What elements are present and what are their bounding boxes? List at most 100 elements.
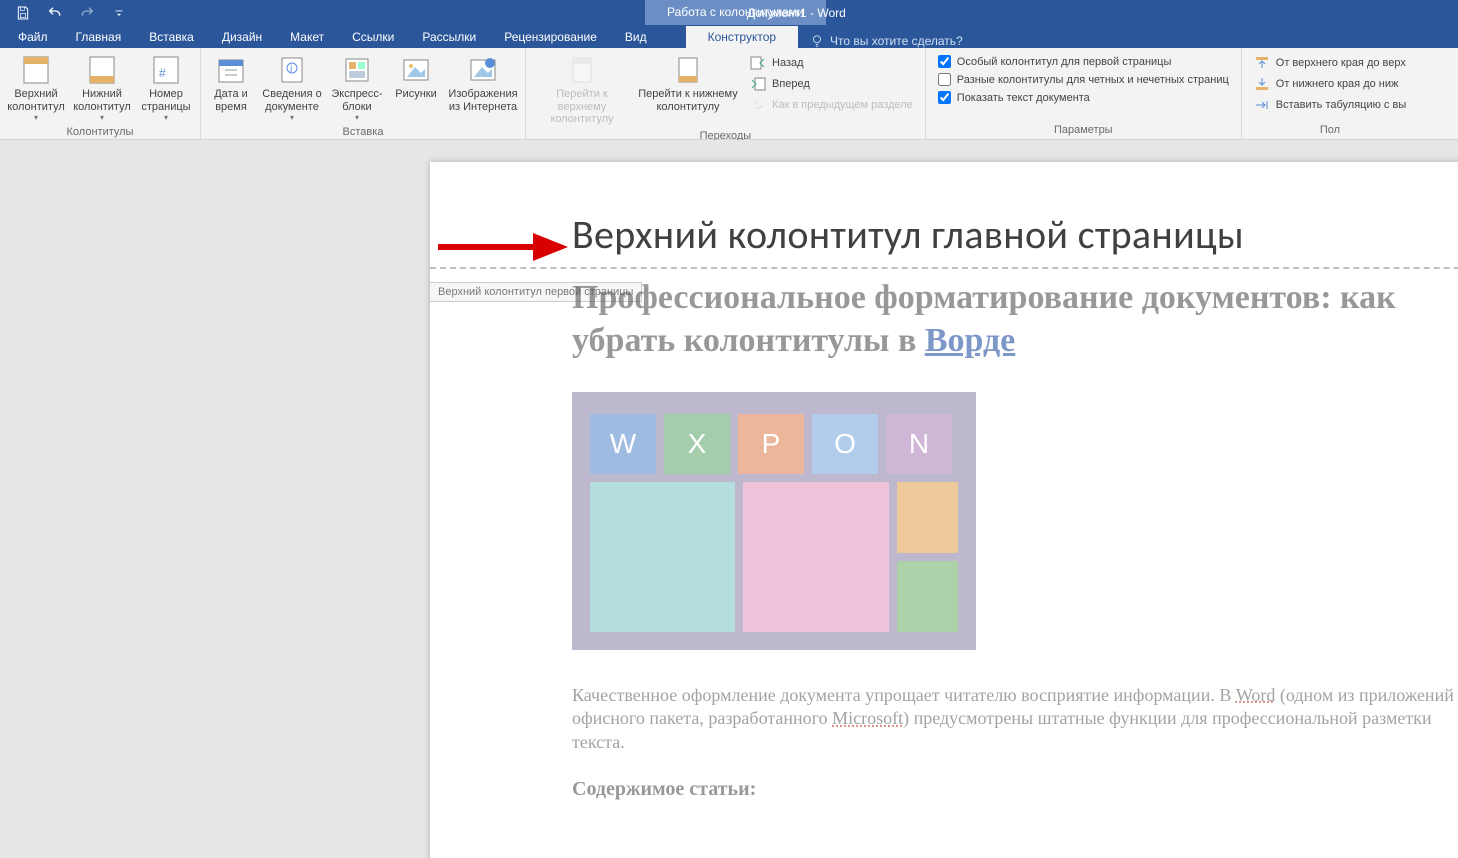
lightbulb-icon [810, 34, 824, 48]
options-stack: Особый колонтитул для первой страницы Ра… [932, 52, 1235, 107]
word-link: Word [1236, 685, 1276, 705]
tab-references[interactable]: Ссылки [338, 26, 408, 48]
tab-icon [1254, 97, 1270, 113]
document-title: Документ1 - Word [747, 6, 846, 20]
tile-green [897, 561, 958, 632]
heading-link: Ворде [925, 322, 1015, 359]
tell-me-label: Что вы хотите сделать? [830, 34, 963, 48]
page-number-label: Номер страницы [138, 88, 194, 113]
pictures-label: Рисунки [395, 88, 437, 101]
ribbon-tabs: Файл Главная Вставка Дизайн Макет Ссылки… [0, 25, 1458, 48]
link-previous-button: Как в предыдущем разделе [748, 96, 915, 114]
date-time-label: Дата и время [207, 88, 255, 113]
header-text[interactable]: Верхний колонтитул главной страницы [572, 210, 1458, 259]
group-position: От верхнего края до верх От нижнего края… [1242, 48, 1418, 139]
group-options-label: Параметры [932, 122, 1235, 139]
svg-text:#: # [159, 66, 166, 80]
tile-teal [590, 482, 735, 632]
doc-info-label: Сведения о документе [261, 88, 323, 113]
header-button[interactable]: Верхний колонтитул▾ [6, 52, 66, 124]
title-bar: Работа с колонтитулами Документ1 - Word [0, 0, 1458, 25]
different-first-page-label: Особый колонтитул для первой страницы [957, 56, 1172, 68]
picture-icon [400, 54, 432, 86]
insert-alignment-tab-button[interactable]: Вставить табуляцию с вы [1252, 96, 1408, 114]
doc-info-icon: i [276, 54, 308, 86]
quick-parts-button[interactable]: Экспресс-блоки▾ [329, 52, 385, 124]
show-document-text-checkbox[interactable]: Показать текст документа [936, 90, 1231, 105]
svg-text:i: i [290, 64, 292, 75]
show-document-text-label: Показать текст документа [957, 92, 1090, 104]
annotation-arrow-icon [438, 232, 568, 262]
goto-footer-button[interactable]: Перейти к нижнему колонтитулу [638, 52, 738, 128]
tab-file[interactable]: Файл [4, 26, 62, 48]
word-tile-icon: W [590, 414, 656, 474]
save-icon[interactable] [14, 4, 32, 22]
page-header-area[interactable]: Верхний колонтитул главной страницы Верх… [430, 162, 1458, 269]
tell-me-box[interactable]: Что вы хотите сделать? [798, 34, 975, 48]
doc-info-button[interactable]: i Сведения о документе▾ [261, 52, 323, 124]
goto-header-label: Перейти к верхнему колонтитулу [532, 88, 632, 126]
document-workspace[interactable]: Верхний колонтитул главной страницы Верх… [0, 140, 1458, 858]
redo-icon[interactable] [78, 4, 96, 22]
online-pictures-button[interactable]: Изображения из Интернета [447, 52, 519, 124]
tab-review[interactable]: Рецензирование [490, 26, 611, 48]
group-insert-label: Вставка [207, 124, 519, 141]
different-odd-even-checkbox[interactable]: Разные колонтитулы для четных и нечетных… [936, 72, 1231, 87]
paragraph-text-1: Качественное оформление документа упроща… [572, 685, 1236, 705]
footer-label: Нижний колонтитул [72, 88, 132, 113]
page-number-button[interactable]: # Номер страницы▾ [138, 52, 194, 124]
from-bottom-icon [1254, 76, 1270, 92]
quick-parts-label: Экспресс-блоки [329, 88, 385, 113]
different-first-page-input[interactable] [938, 55, 951, 68]
document-paragraph: Качественное оформление документа упроща… [572, 684, 1458, 754]
nav-stack: Назад Вперед Как в предыдущем разделе [744, 52, 919, 128]
group-headers-footers-label: Колонтитулы [6, 124, 194, 141]
tile-orange [897, 482, 958, 553]
document-heading: Профессиональное форматирование документ… [572, 277, 1458, 362]
goto-header-button: Перейти к верхнему колонтитулу [532, 52, 632, 128]
ribbon: Верхний колонтитул▾ Нижний колонтитул▾ #… [0, 48, 1458, 140]
group-insert: Дата и время i Сведения о документе▾ Экс… [201, 48, 526, 139]
calendar-icon [215, 54, 247, 86]
next-icon [750, 76, 766, 92]
tab-layout[interactable]: Макет [276, 26, 338, 48]
undo-icon[interactable] [46, 4, 64, 22]
header-from-top-button[interactable]: От верхнего края до верх [1252, 54, 1408, 72]
online-pictures-icon [467, 54, 499, 86]
tile-pink [743, 482, 888, 632]
footer-button[interactable]: Нижний колонтитул▾ [72, 52, 132, 124]
goto-footer-label: Перейти к нижнему колонтитулу [638, 88, 738, 113]
tab-design[interactable]: Дизайн [208, 26, 276, 48]
microsoft-link: Microsoft [832, 708, 903, 728]
goto-footer-icon [672, 54, 704, 86]
date-time-button[interactable]: Дата и время [207, 52, 255, 124]
tab-designer[interactable]: Конструктор [686, 26, 798, 48]
quick-access-toolbar [0, 4, 128, 22]
tab-mailings[interactable]: Рассылки [408, 26, 490, 48]
previous-section-button[interactable]: Назад [748, 54, 915, 72]
qat-customize-icon[interactable] [110, 4, 128, 22]
show-document-text-input[interactable] [938, 91, 951, 104]
footer-from-bottom-button[interactable]: От нижнего края до ниж [1252, 75, 1408, 93]
tab-view[interactable]: Вид [611, 26, 661, 48]
contents-heading: Содержимое статьи: [572, 778, 1458, 801]
group-position-label: Пол [1248, 122, 1412, 139]
different-odd-even-input[interactable] [938, 73, 951, 86]
header-label: Верхний колонтитул [6, 88, 66, 113]
powerpoint-tile-icon: P [738, 414, 804, 474]
different-first-page-checkbox[interactable]: Особый колонтитул для первой страницы [936, 54, 1231, 69]
onenote-tile-icon: N [886, 414, 952, 474]
quick-parts-icon [341, 54, 373, 86]
from-bottom-label: От нижнего края до ниж [1276, 78, 1399, 90]
different-odd-even-label: Разные колонтитулы для четных и нечетных… [957, 74, 1229, 86]
group-options: Особый колонтитул для первой страницы Ра… [926, 48, 1242, 139]
online-pictures-label: Изображения из Интернета [447, 88, 519, 113]
excel-tile-icon: X [664, 414, 730, 474]
page-number-icon: # [150, 54, 182, 86]
next-section-button[interactable]: Вперед [748, 75, 915, 93]
document-page: Верхний колонтитул главной страницы Верх… [430, 162, 1458, 858]
pictures-button[interactable]: Рисунки [391, 52, 441, 124]
tab-insert[interactable]: Вставка [135, 26, 208, 48]
tab-home[interactable]: Главная [62, 26, 136, 48]
footer-icon [86, 54, 118, 86]
